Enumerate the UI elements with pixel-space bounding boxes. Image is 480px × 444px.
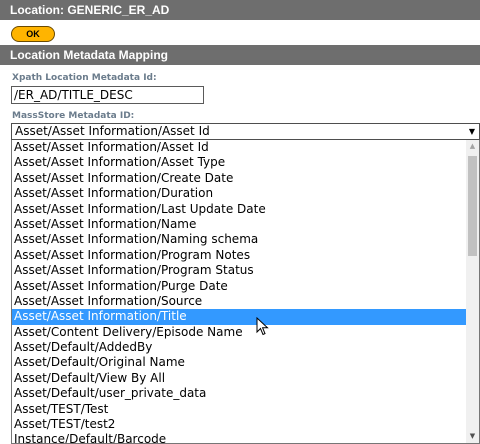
dropdown-option[interactable]: Asset/Default/AddedBy [12, 340, 466, 355]
massstore-label: MassStore Metadata ID: [12, 111, 135, 121]
dropdown-option[interactable]: Asset/Asset Information/Program Status [12, 263, 466, 278]
dropdown-option[interactable]: Instance/Default/Barcode [12, 432, 466, 443]
xpath-label: Xpath Location Metadata Id: [12, 73, 157, 83]
dropdown-options: Asset/Asset Information/Asset Id Asset/As… [12, 140, 466, 443]
dropdown-option[interactable]: Asset/Asset Information/Last Update Date [12, 202, 466, 217]
dropdown-option[interactable]: Asset/Asset Information/Program Notes [12, 248, 466, 263]
scroll-thumb[interactable] [468, 156, 477, 256]
dropdown-option[interactable]: Asset/TEST/test2 [12, 417, 466, 432]
scroll-down-icon[interactable]: ▼ [466, 430, 479, 443]
ok-button[interactable]: OK [11, 26, 55, 42]
dropdown-option[interactable]: Asset/Asset Information/Asset Id [12, 140, 466, 155]
dropdown-option[interactable]: Asset/Asset Information/Source [12, 294, 466, 309]
dropdown-scrollbar[interactable]: ▲ ▼ [466, 140, 479, 443]
dropdown-option[interactable]: Asset/Default/View By All [12, 371, 466, 386]
dropdown-option[interactable]: Asset/Asset Information/Asset Type [12, 155, 466, 170]
dropdown-option[interactable]: Asset/TEST/Test [12, 402, 466, 417]
dropdown-option[interactable]: Asset/Asset Information/Create Date [12, 171, 466, 186]
dropdown-option[interactable]: Asset/Asset Information/Title [12, 309, 466, 325]
mouse-pointer-icon [256, 317, 269, 336]
dropdown-option[interactable]: Asset/Asset Information/Naming schema [12, 232, 466, 247]
massstore-selected-value: Asset/Asset Information/Asset Id [15, 124, 210, 138]
dropdown-option[interactable]: Asset/Asset Information/Duration [12, 186, 466, 201]
dropdown-arrow-icon[interactable]: ▼ [469, 124, 475, 139]
dropdown-option[interactable]: Asset/Asset Information/Purge Date [12, 279, 466, 294]
location-title-bar: Location: GENERIC_ER_AD [0, 0, 480, 20]
dropdown-option[interactable]: Asset/Asset Information/Name [12, 217, 466, 232]
massstore-dropdown-list[interactable]: Asset/Asset Information/Asset Id Asset/As… [11, 140, 480, 444]
scroll-up-icon[interactable]: ▲ [466, 140, 479, 153]
xpath-input[interactable]: /ER_AD/TITLE_DESC [11, 86, 204, 104]
dropdown-option[interactable]: Asset/Content Delivery/Episode Name [12, 325, 466, 340]
section-title-bar: Location Metadata Mapping [0, 45, 480, 65]
dropdown-option[interactable]: Asset/Default/Original Name [12, 355, 466, 370]
dropdown-option[interactable]: Asset/Default/user_private_data [12, 386, 466, 401]
massstore-select[interactable]: Asset/Asset Information/Asset Id ▼ [11, 123, 480, 140]
